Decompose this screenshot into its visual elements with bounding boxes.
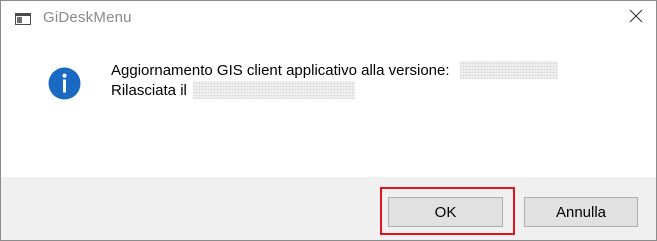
redacted-version-value	[459, 61, 558, 79]
window-title: GiDeskMenu	[43, 9, 132, 26]
close-button[interactable]	[617, 1, 655, 35]
message-line1: Aggiornamento GIS client applicativo all…	[111, 62, 450, 79]
cancel-button[interactable]: Annulla	[524, 197, 638, 227]
close-icon	[629, 9, 643, 28]
title-bar: GiDeskMenu	[1, 1, 656, 35]
message-line-version: Aggiornamento GIS client applicativo all…	[111, 61, 558, 81]
info-icon	[48, 67, 81, 100]
message-text: Aggiornamento GIS client applicativo all…	[111, 61, 558, 101]
ok-button[interactable]: OK	[388, 197, 503, 227]
message-line-release: Rilasciata il	[111, 81, 558, 101]
message-line2: Rilasciata il	[111, 82, 187, 99]
window-app-icon	[15, 12, 31, 25]
redacted-release-date	[192, 81, 355, 99]
dialog-content	[1, 35, 656, 177]
